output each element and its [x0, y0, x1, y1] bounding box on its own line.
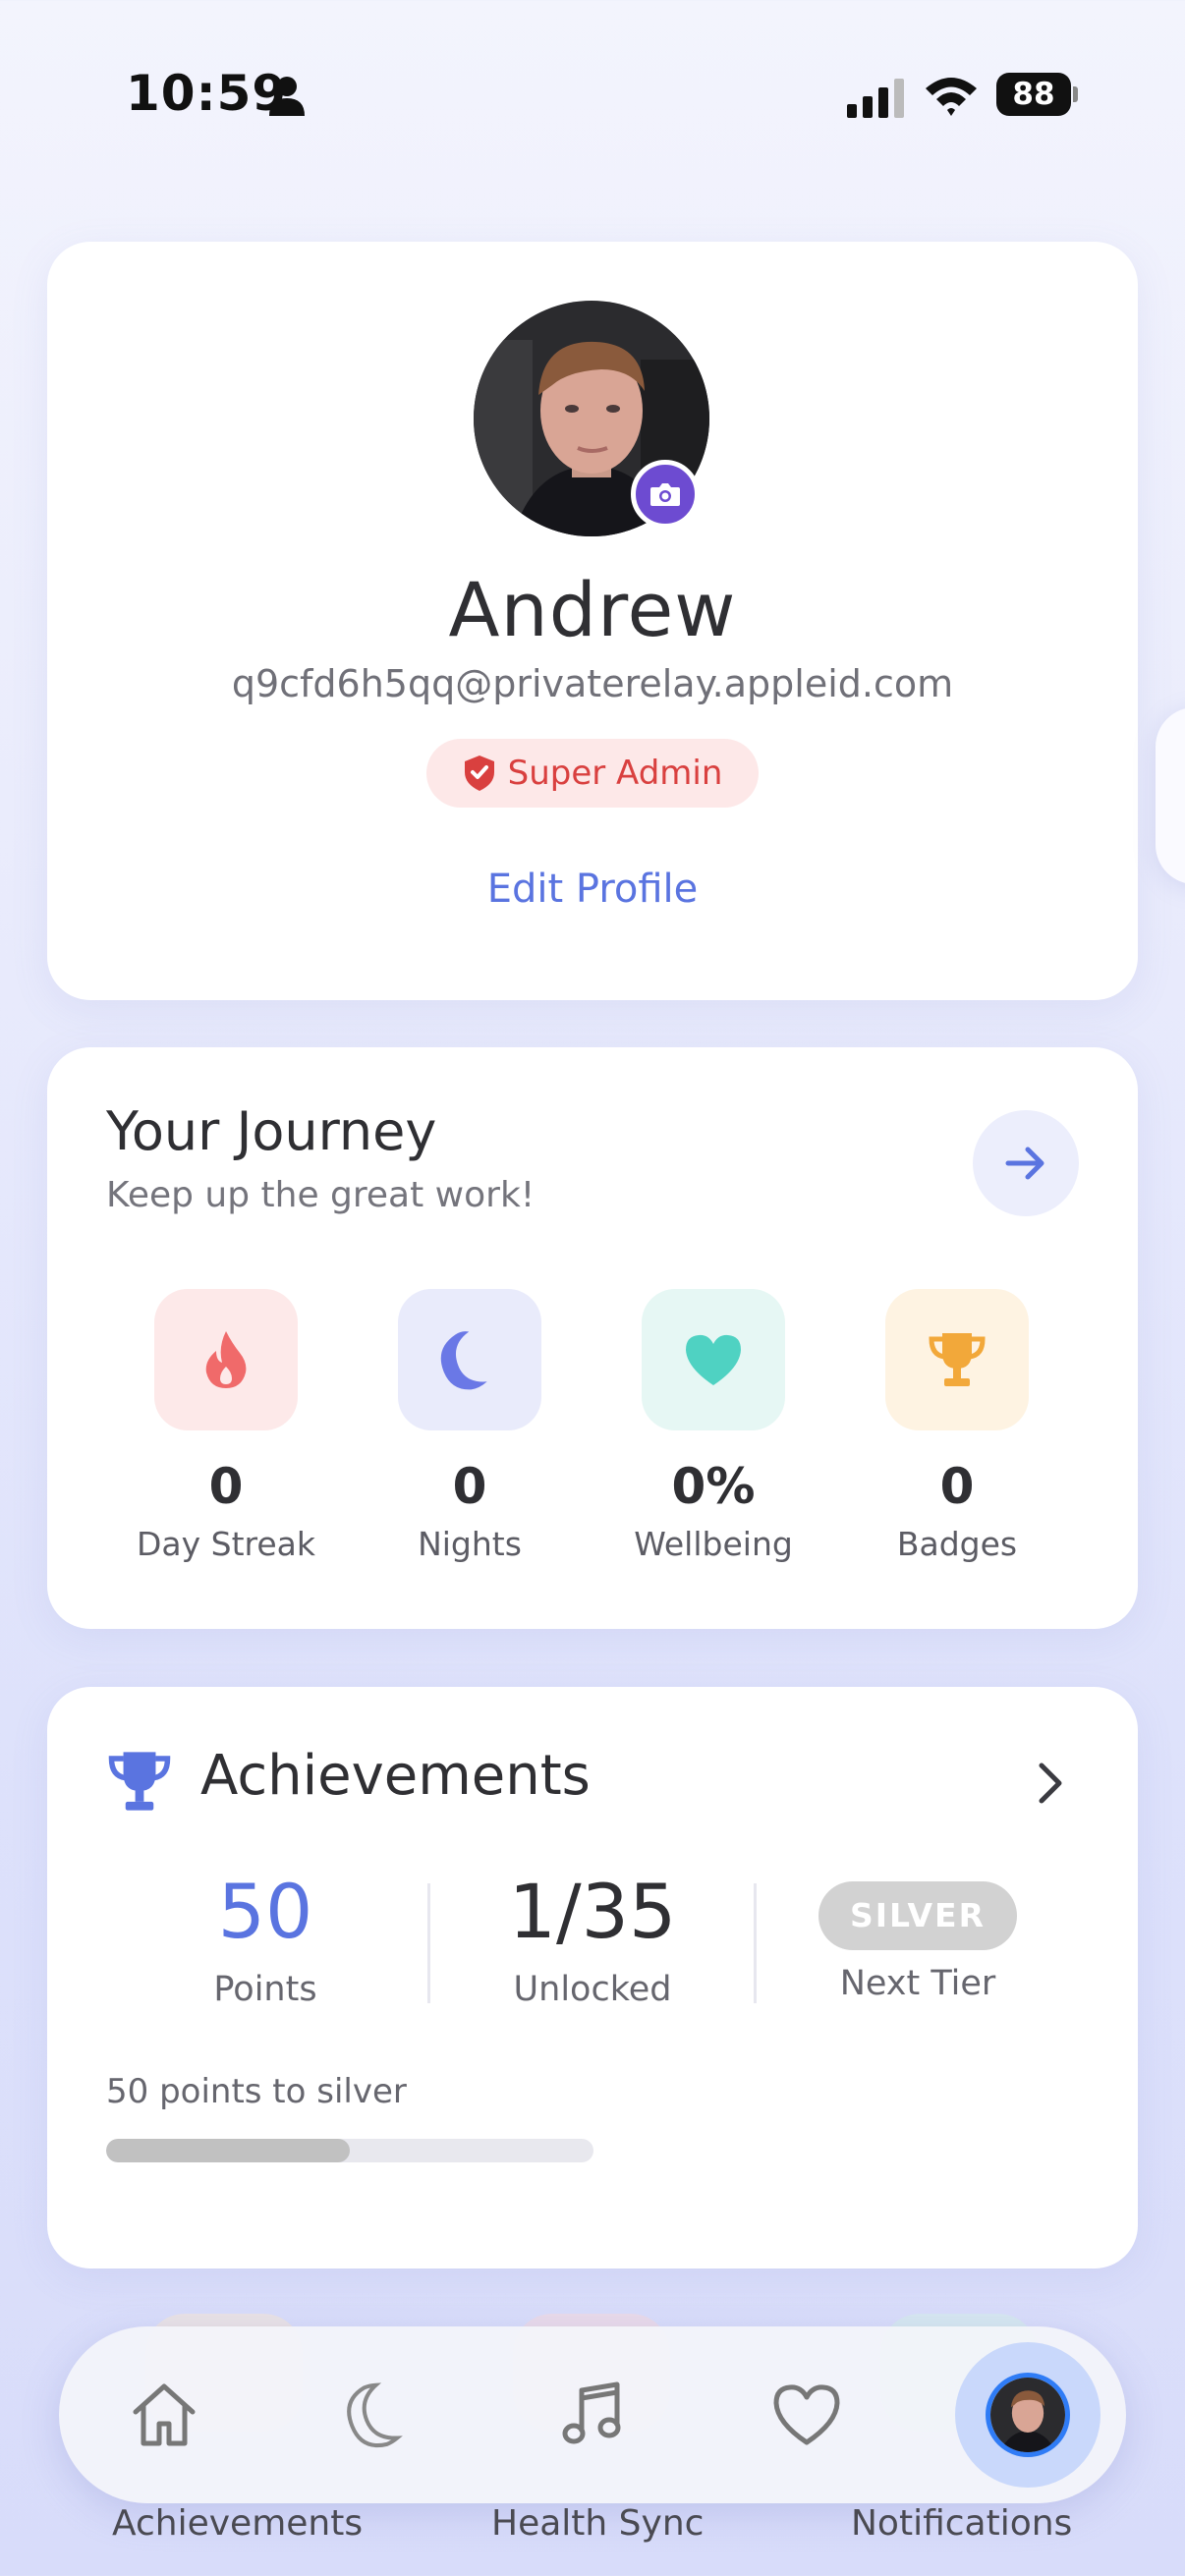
arrow-right-icon: [1005, 1147, 1044, 1180]
tab-bar: [59, 2326, 1126, 2503]
stat-tile: [154, 1289, 298, 1430]
progress-text: 50 points to silver: [106, 2072, 407, 2111]
stat-badges[interactable]: 0 Badges: [849, 1289, 1065, 1563]
trophy-icon: [108, 1752, 171, 1811]
divider: [754, 1883, 757, 2003]
chevron-right-icon[interactable]: [1030, 1760, 1069, 1807]
stat-label: Day Streak: [136, 1525, 315, 1563]
tier-progress-bar: [106, 2139, 593, 2162]
cellular-signal-icon: [847, 79, 904, 118]
wifi-icon: [926, 78, 977, 116]
heart-icon: [773, 2384, 840, 2445]
unlocked-label: Unlocked: [513, 1970, 672, 2009]
battery-tip: [1073, 86, 1078, 102]
shield-icon: [464, 756, 494, 791]
unlocked-value: 1/35: [508, 1868, 677, 1955]
stat-label: Nights: [418, 1525, 522, 1563]
stat-value: 0: [208, 1458, 244, 1515]
stat-tile: [642, 1289, 785, 1430]
stat-label: Badges: [896, 1525, 1018, 1563]
tab-wellbeing[interactable]: [762, 2370, 851, 2460]
points-label: Points: [213, 1970, 317, 2009]
battery-indicator: 88: [996, 73, 1078, 116]
bottom-label-notifications: Notifications: [851, 2503, 1073, 2544]
heart-icon: [686, 1334, 741, 1385]
achievements-title: Achievements: [200, 1744, 591, 1808]
journey-title: Your Journey: [106, 1100, 437, 1162]
trophy-icon: [929, 1333, 986, 1386]
stat-tile: [885, 1289, 1029, 1430]
camera-icon: [650, 483, 680, 506]
role-badge: Super Admin: [426, 739, 759, 808]
change-photo-button[interactable]: [631, 460, 700, 529]
flame-icon: [205, 1331, 247, 1388]
avatar-photo: [990, 2378, 1065, 2452]
stat-wellbeing[interactable]: 0% Wellbeing: [605, 1289, 821, 1563]
edit-profile-link[interactable]: Edit Profile: [47, 867, 1138, 912]
battery-level: 88: [996, 73, 1071, 116]
moon-icon: [440, 1331, 487, 1390]
stat-value: 0%: [671, 1458, 756, 1515]
stat-value: 0: [939, 1458, 975, 1515]
profile-card: Andrew q9cfd6h5qq@privaterelay.appleid.c…: [47, 242, 1138, 1000]
tab-profile[interactable]: [955, 2342, 1100, 2488]
unlocked-summary: 1/35 Unlocked: [445, 1868, 740, 2009]
stat-label: Wellbeing: [634, 1525, 793, 1563]
profile-name: Andrew: [448, 566, 737, 653]
journey-details-button[interactable]: [973, 1110, 1079, 1216]
tab-sleep[interactable]: [334, 2370, 423, 2460]
avatar: [986, 2373, 1070, 2457]
bottom-label-achievements: Achievements: [112, 2503, 364, 2544]
status-bar: 10:59 88: [0, 0, 1185, 196]
stat-tile: [398, 1289, 541, 1430]
stat-value: 0: [452, 1458, 487, 1515]
side-floating-button[interactable]: [1156, 707, 1185, 884]
stat-day-streak[interactable]: 0 Day Streak: [118, 1289, 334, 1563]
journey-card: Your Journey Keep up the great work! 0 D…: [47, 1047, 1138, 1629]
bottom-label-health-sync: Health Sync: [491, 2503, 705, 2544]
tab-home[interactable]: [120, 2370, 208, 2460]
next-tier-label: Next Tier: [839, 1964, 996, 2003]
achievements-card[interactable]: Achievements 50 Points 1/35 Unlocked SIL…: [47, 1687, 1138, 2268]
next-tier-summary: SILVER Next Tier: [770, 1881, 1065, 2003]
moon-icon: [347, 2382, 403, 2447]
tab-music[interactable]: [548, 2370, 637, 2460]
journey-subtitle: Keep up the great work!: [106, 1175, 536, 1215]
stat-nights[interactable]: 0 Nights: [362, 1289, 578, 1563]
role-label: Super Admin: [507, 754, 723, 793]
points-value: 50: [217, 1868, 313, 1955]
points-summary: 50 Points: [118, 1868, 413, 2009]
status-time: 10:59: [126, 65, 288, 122]
divider: [427, 1883, 430, 2003]
progress-fill: [106, 2139, 350, 2162]
profile-email: q9cfd6h5qq@privaterelay.appleid.com: [231, 662, 954, 705]
home-icon: [133, 2383, 196, 2446]
tier-badge: SILVER: [818, 1881, 1017, 1950]
music-note-icon: [562, 2381, 621, 2444]
person-icon: [269, 77, 305, 116]
